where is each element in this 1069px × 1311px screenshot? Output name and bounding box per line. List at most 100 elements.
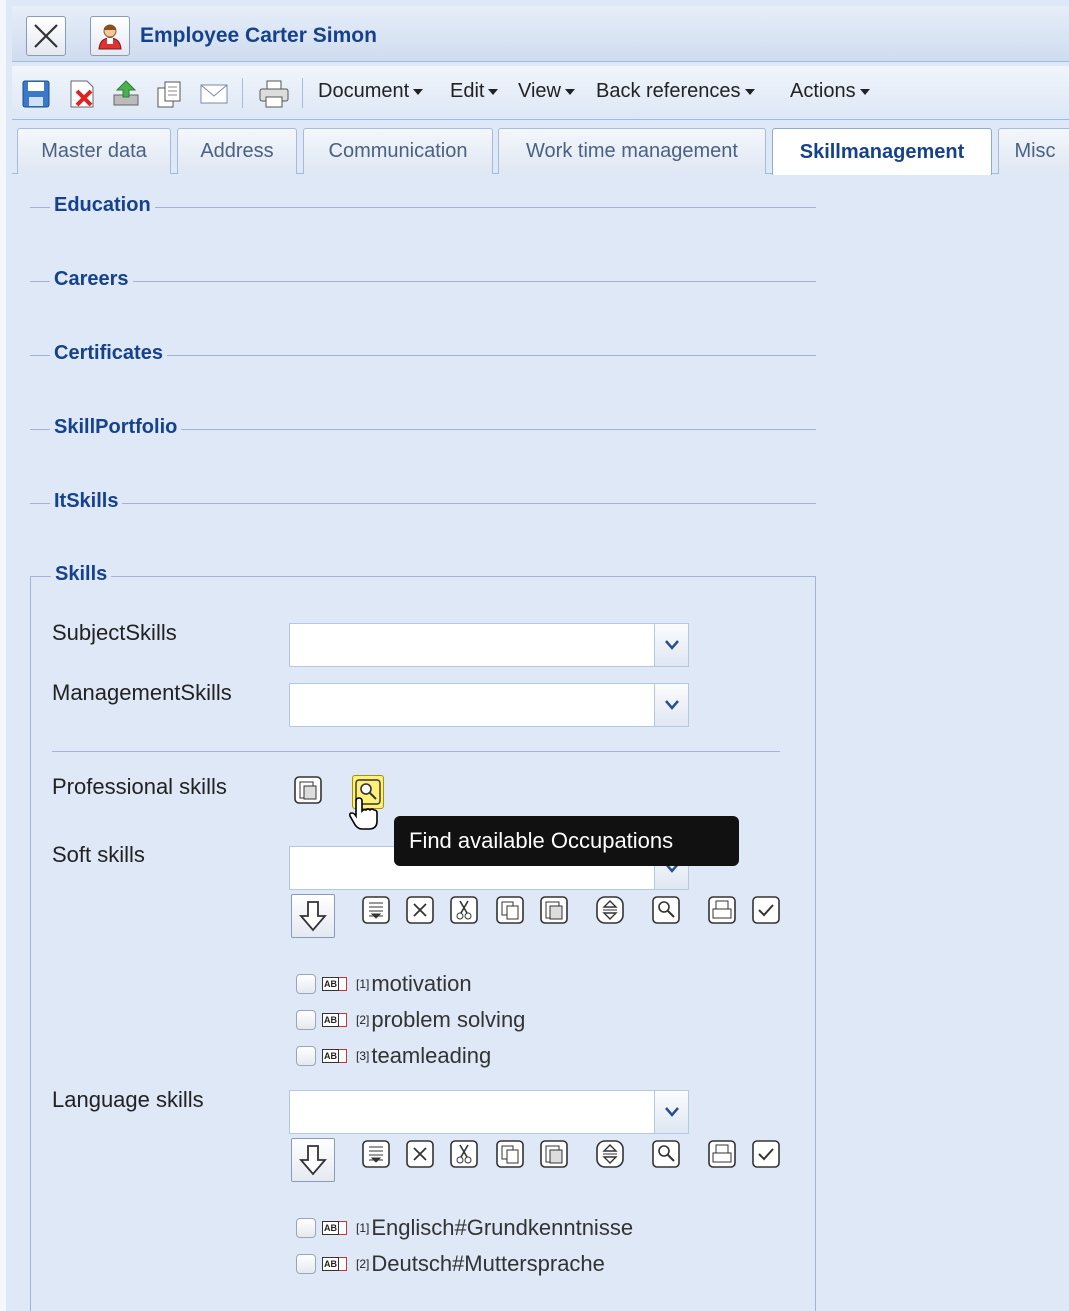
fieldset-skillportfolio[interactable]: SkillPortfolio — [30, 416, 816, 439]
menu-back-references[interactable]: Back references — [596, 80, 755, 103]
fieldset-itskills[interactable]: ItSkills — [30, 490, 816, 513]
language-search-button[interactable] — [651, 1139, 681, 1169]
chevron-down-icon — [488, 88, 499, 95]
subject-skills-combo[interactable] — [289, 623, 689, 667]
tab-address[interactable]: Address — [177, 128, 297, 174]
close-button[interactable] — [26, 16, 66, 56]
print-button[interactable] — [258, 78, 290, 110]
language-remove-button[interactable] — [405, 1139, 435, 1169]
tab-skillmanagement[interactable]: Skillmanagement — [772, 128, 992, 175]
menu-actions[interactable]: Actions — [790, 80, 870, 103]
paste-icon — [540, 896, 568, 924]
text-field-icon: AB — [322, 1256, 354, 1272]
item-checkbox[interactable] — [296, 974, 316, 994]
item-index: [1] — [356, 977, 370, 991]
tab-communication[interactable]: Communication — [303, 128, 493, 174]
language-print-button[interactable] — [707, 1139, 737, 1169]
management-skills-label: ManagementSkills — [52, 680, 232, 705]
language-copy-button[interactable] — [495, 1139, 525, 1169]
chevron-down-icon — [664, 700, 679, 710]
copy-icon — [496, 1140, 524, 1168]
fieldset-legend[interactable]: Skills — [51, 563, 112, 586]
language-move-top-button[interactable] — [361, 1139, 391, 1169]
item-checkbox[interactable] — [296, 1254, 316, 1274]
scissors-icon — [450, 1140, 478, 1168]
item-index: [2] — [356, 1013, 370, 1027]
language-sort-button[interactable] — [595, 1139, 625, 1169]
combo-trigger[interactable] — [654, 624, 688, 666]
language-confirm-button[interactable] — [751, 1139, 781, 1169]
divider — [52, 751, 780, 752]
text-field-icon: AB — [322, 1048, 354, 1064]
soft-cut-button[interactable] — [449, 895, 479, 925]
fieldset-education[interactable]: Education — [30, 194, 816, 217]
list-item[interactable]: AB [1] Englisch#Grundkenntnisse — [296, 1213, 633, 1243]
item-text: Englisch#Grundkenntnisse — [371, 1215, 634, 1240]
professional-skills-label: Professional skills — [52, 774, 227, 799]
chevron-down-icon — [859, 88, 870, 95]
copy-button[interactable] — [154, 78, 186, 110]
fieldset-legend[interactable]: Certificates — [50, 342, 167, 365]
fieldset-careers[interactable]: Careers — [30, 268, 816, 291]
move-top-icon — [362, 1140, 390, 1168]
fieldset-legend[interactable]: SkillPortfolio — [50, 416, 182, 439]
move-top-icon — [362, 896, 390, 924]
mail-icon — [200, 84, 228, 104]
sort-icon — [596, 896, 624, 924]
toolbar-separator — [242, 78, 243, 108]
soft-paste-button[interactable] — [539, 895, 569, 925]
delete-button[interactable] — [66, 78, 98, 110]
management-skills-combo[interactable] — [289, 683, 689, 727]
list-item[interactable]: AB [3] teamleading — [296, 1041, 491, 1071]
close-icon — [406, 1140, 434, 1168]
fieldset-certificates[interactable]: Certificates — [30, 342, 816, 365]
toolbar: Document Edit View Back references Actio… — [12, 66, 1069, 120]
item-checkbox[interactable] — [296, 1046, 316, 1066]
menu-edit[interactable]: Edit — [450, 80, 499, 103]
soft-sort-button[interactable] — [595, 895, 625, 925]
chevron-down-icon — [664, 640, 679, 650]
tab-master-data[interactable]: Master data — [17, 128, 171, 174]
menu-view[interactable]: View — [518, 80, 575, 103]
fieldset-legend[interactable]: Education — [50, 194, 155, 217]
title-bar: Employee Carter Simon — [12, 6, 1069, 62]
list-item[interactable]: AB [2] Deutsch#Muttersprache — [296, 1249, 605, 1279]
copy-icon — [496, 896, 524, 924]
tooltip: Find available Occupations — [394, 816, 739, 866]
tab-work-time-management[interactable]: Work time management — [498, 128, 766, 174]
save-button[interactable] — [20, 78, 52, 110]
soft-remove-button[interactable] — [405, 895, 435, 925]
text-field-icon: AB — [322, 1012, 354, 1028]
combo-trigger[interactable] — [654, 684, 688, 726]
language-add-button[interactable] — [291, 1138, 335, 1182]
arrow-down-icon — [299, 1145, 327, 1176]
list-item[interactable]: AB [1] motivation — [296, 969, 472, 999]
language-paste-button[interactable] — [539, 1139, 569, 1169]
soft-search-button[interactable] — [651, 895, 681, 925]
item-checkbox[interactable] — [296, 1010, 316, 1030]
paste-button[interactable] — [293, 775, 323, 805]
item-index: [3] — [356, 1049, 370, 1063]
soft-copy-button[interactable] — [495, 895, 525, 925]
tab-misc[interactable]: Misc — [998, 128, 1069, 174]
fieldset-legend[interactable]: Careers — [50, 268, 133, 291]
email-button[interactable] — [198, 78, 230, 110]
language-cut-button[interactable] — [449, 1139, 479, 1169]
soft-print-button[interactable] — [707, 895, 737, 925]
soft-move-top-button[interactable] — [361, 895, 391, 925]
sort-icon — [596, 1140, 624, 1168]
combo-trigger[interactable] — [654, 1091, 688, 1133]
export-button[interactable] — [110, 78, 142, 110]
soft-confirm-button[interactable] — [751, 895, 781, 925]
fieldset-legend[interactable]: ItSkills — [50, 490, 123, 513]
menu-document[interactable]: Document — [318, 80, 424, 103]
close-icon — [406, 896, 434, 924]
soft-add-button[interactable] — [291, 894, 335, 938]
list-item[interactable]: AB [2] problem solving — [296, 1005, 525, 1035]
hand-cursor-icon — [348, 797, 378, 830]
language-skills-combo[interactable] — [289, 1090, 689, 1134]
checkmark-icon — [752, 896, 780, 924]
item-checkbox[interactable] — [296, 1218, 316, 1238]
toolbar-separator — [302, 78, 303, 108]
employee-icon — [90, 16, 130, 56]
